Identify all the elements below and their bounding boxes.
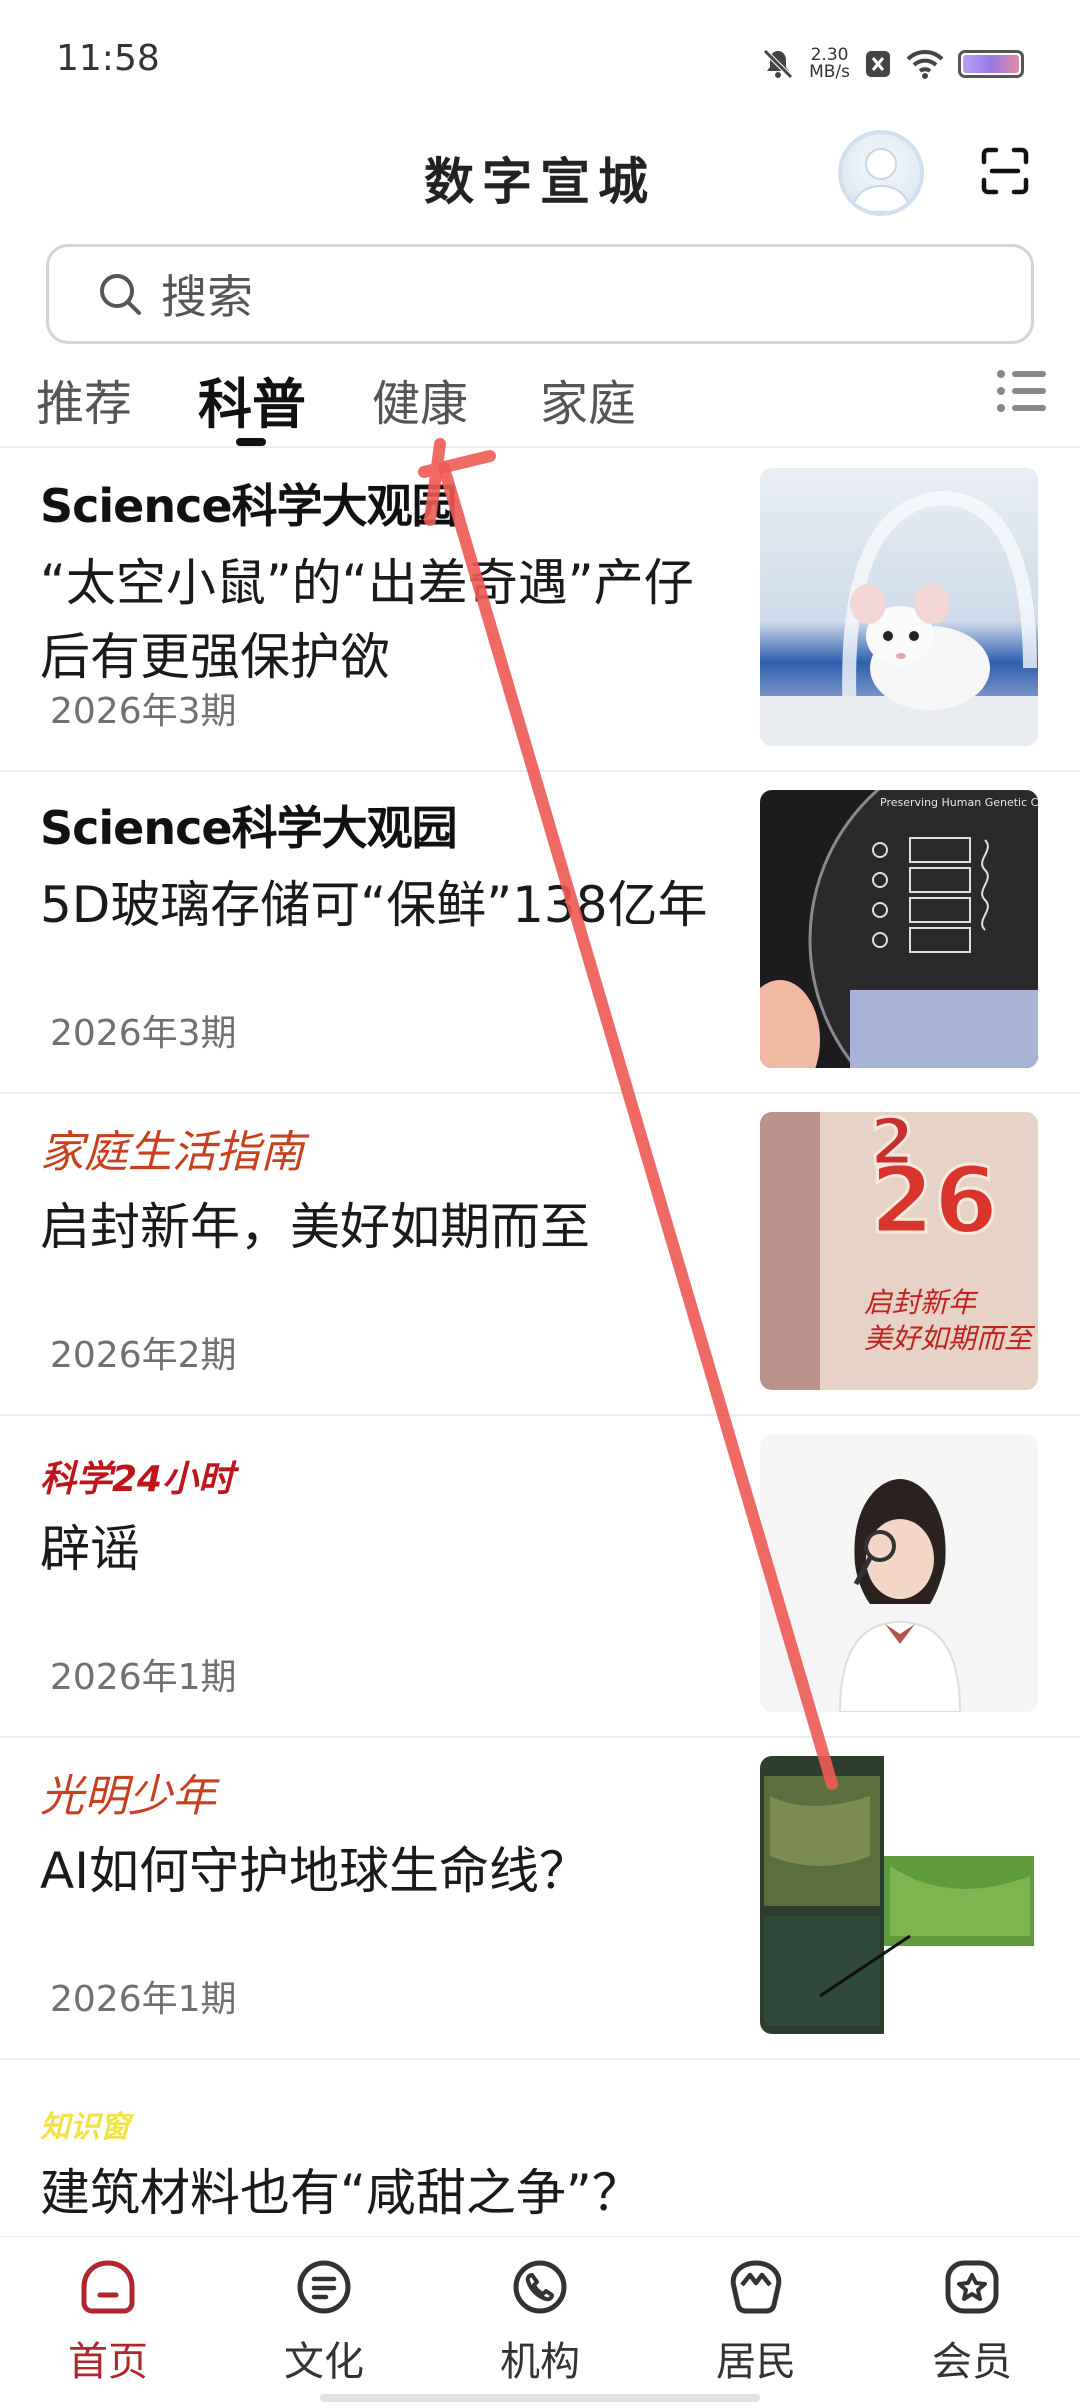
article-date: 2026年1期: [50, 1657, 237, 1698]
article-title: 建筑材料也有“咸甜之争”？: [40, 2164, 642, 2222]
thumb-caption-2: 美好如期而至: [864, 1322, 1036, 1355]
source-logo-science: Science科学大观园: [40, 798, 458, 858]
user-avatar-icon: [850, 148, 912, 212]
search-input[interactable]: 搜索: [46, 244, 1034, 344]
article-thumbnail: [760, 1756, 1038, 2034]
glass-disc-photo: Preserving Human Genetic Code: [760, 790, 1038, 1068]
app-screen: 11:58 2.30 MB/s 数字宣城 搜索 推荐 科普 健康 家庭 Scie…: [0, 0, 1080, 2408]
star-badge-icon: [945, 2260, 999, 2314]
article-item[interactable]: 家庭生活指南 启封新年，美好如期而至 2026年2期 26 2 启封新年 美好如…: [0, 1094, 1080, 1416]
phone-icon: [513, 2260, 567, 2314]
people-icon: [730, 2260, 782, 2314]
nav-member[interactable]: 会员: [902, 2257, 1042, 2387]
nav-label: 会员: [932, 2339, 1012, 2385]
article-item[interactable]: 科学24小时 辟谣 2026年1期: [0, 1416, 1080, 1738]
satellite-map-photo: [760, 1756, 1038, 2034]
source-name: 知识窗: [40, 2110, 130, 2145]
app-header: 数字宣城: [0, 120, 1080, 230]
article-title: “太空小鼠”的“出差奇遇”产仔后有更强保护欲: [40, 554, 694, 686]
nav-label: 机构: [500, 2339, 580, 2385]
source-name: Science科学大观园: [40, 479, 458, 533]
nav-organization[interactable]: 机构: [470, 2257, 610, 2387]
battery-level: [963, 55, 1019, 73]
thumb-number-top: 2: [870, 1112, 915, 1180]
source-name: 家庭生活指南: [40, 1127, 304, 1178]
article-date: 2026年2期: [50, 1335, 237, 1376]
nav-label: 文化: [284, 2339, 364, 2385]
article-title: 辟谣: [40, 1520, 140, 1578]
status-bar: 11:58 2.30 MB/s: [0, 0, 1080, 120]
nav-residents[interactable]: 居民: [686, 2257, 826, 2387]
home-indicator: [320, 2394, 760, 2402]
battery-icon: [958, 50, 1024, 78]
status-icons: 2.30 MB/s: [761, 42, 1024, 86]
wifi-icon: [906, 49, 944, 79]
source-name: 科学24小时: [40, 1459, 235, 1500]
home-icon: [81, 2260, 135, 2314]
nav-label: 居民: [716, 2339, 796, 2385]
source-logo-guangming: 光明少年: [40, 1764, 216, 1824]
tab-science[interactable]: 科普: [198, 360, 306, 439]
source-logo-science: Science科学大观园: [40, 476, 458, 536]
article-date: 2026年1期: [50, 1979, 237, 2020]
thumb-caption-1: 启封新年: [864, 1286, 979, 1319]
article-thumbnail: [760, 468, 1038, 746]
net-speed: 2.30 MB/s: [809, 47, 850, 81]
nav-home[interactable]: 首页: [38, 2257, 178, 2387]
source-logo-science24: 科学24小时: [40, 1442, 234, 1502]
net-speed-unit: MB/s: [809, 62, 850, 82]
avatar[interactable]: [838, 130, 924, 216]
sim-off-icon: [866, 51, 890, 77]
tab-family[interactable]: 家庭: [540, 364, 636, 434]
search-placeholder: 搜索: [161, 270, 253, 324]
girl-magnifier-photo: [760, 1434, 1038, 1712]
status-time: 11:58: [56, 38, 160, 79]
scan-icon[interactable]: [980, 146, 1030, 196]
article-thumbnail: 26 2 启封新年 美好如期而至: [760, 1112, 1038, 1390]
list-doc-icon: [297, 2260, 351, 2314]
nav-label: 首页: [68, 2339, 148, 2385]
white-mouse-photo: [760, 468, 1038, 746]
article-title: 5D玻璃存储可“保鲜”138亿年: [40, 876, 708, 934]
source-name: Science科学大观园: [40, 801, 458, 855]
article-date: 2026年3期: [50, 691, 237, 732]
active-tab-indicator: [236, 438, 266, 446]
article-title: AI如何守护地球生命线？: [40, 1842, 589, 1900]
article-thumbnail: Preserving Human Genetic Code: [760, 790, 1038, 1068]
article-title: 启封新年，美好如期而至: [40, 1198, 590, 1256]
mute-bell-icon: [763, 49, 793, 79]
bottom-nav: 首页 文化 机构 居民 会员: [0, 2236, 1080, 2408]
search-icon: [100, 274, 141, 315]
source-logo-zhishichuang: 知识窗: [40, 2086, 130, 2146]
tab-health[interactable]: 健康: [372, 364, 468, 434]
article-item[interactable]: Science科学大观园 “太空小鼠”的“出差奇遇”产仔后有更强保护欲 2026…: [0, 450, 1080, 772]
article-date: 2026年3期: [50, 1013, 237, 1054]
tab-menu-icon[interactable]: [996, 368, 1048, 414]
new-year-26-photo: 26 2 启封新年 美好如期而至: [760, 1112, 1038, 1390]
article-item[interactable]: 光明少年 AI如何守护地球生命线？ 2026年1期: [0, 1738, 1080, 2060]
article-thumbnail: [760, 1434, 1038, 1712]
source-name: 光明少年: [40, 1771, 216, 1822]
thumb-caption: Preserving Human Genetic Code: [880, 796, 1038, 809]
source-logo-family-guide: 家庭生活指南: [40, 1120, 304, 1180]
category-tabs: 推荐 科普 健康 家庭: [0, 354, 1080, 448]
article-item[interactable]: Science科学大观园 5D玻璃存储可“保鲜”138亿年 2026年3期 Pr…: [0, 772, 1080, 1094]
tab-recommend[interactable]: 推荐: [36, 364, 132, 434]
nav-culture[interactable]: 文化: [254, 2257, 394, 2387]
